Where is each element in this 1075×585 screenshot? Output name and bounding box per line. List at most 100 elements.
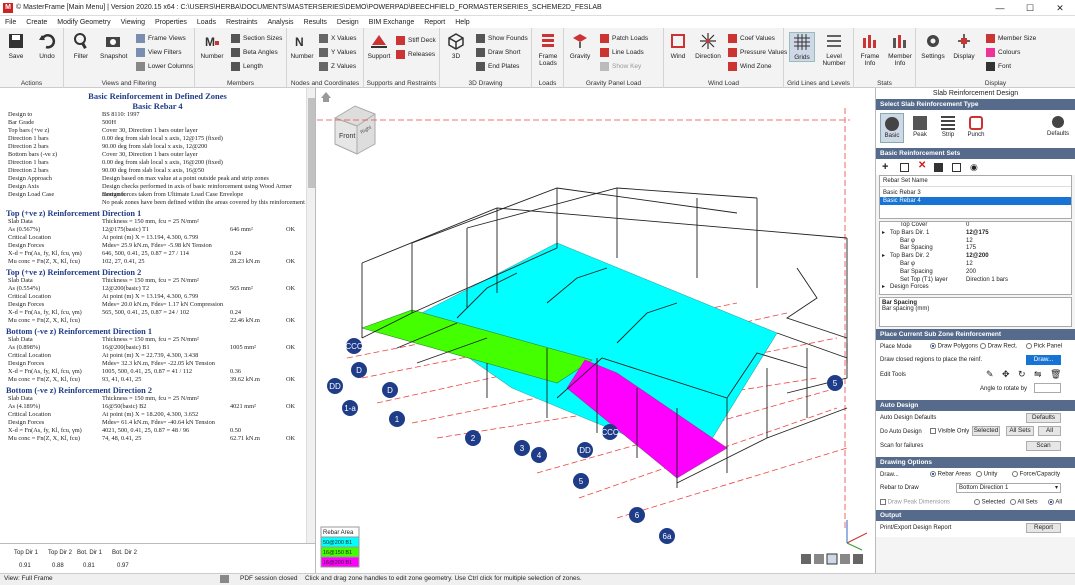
view-tool-3-icon[interactable] (826, 553, 838, 565)
pressure-values-button[interactable]: Pressure Values (728, 46, 787, 58)
pencil-icon[interactable]: ✎ (986, 369, 994, 380)
undo-button[interactable]: Undo (34, 32, 60, 60)
rebar-areas-radio[interactable]: Rebar Areas (930, 471, 971, 478)
level-number-button[interactable]: Level Number (821, 32, 847, 67)
node-5b[interactable]: 5 (827, 375, 843, 391)
type-peak-button[interactable]: Peak (908, 113, 932, 143)
visible-only-checkbox[interactable]: Visible Only (930, 428, 969, 435)
releases-button[interactable]: Releases (396, 48, 435, 60)
menu-viewing[interactable]: Viewing (116, 19, 150, 26)
frame-model-drawing[interactable]: Front Right DD 1-a 1 D D CCC 2 3 4 DD 5 … (317, 88, 874, 573)
type-strip-button[interactable]: Strip (936, 113, 960, 143)
tree-row[interactable]: ▸ Top Bars Dir. 1 12@175 (880, 230, 1071, 238)
z-values-button[interactable]: Z Values (319, 60, 356, 72)
section-sizes-button[interactable]: Section Sizes (231, 32, 282, 44)
copy-set-icon[interactable] (900, 163, 909, 172)
tree-row[interactable]: Bar φ 12 (880, 261, 1071, 269)
type-defaults-button[interactable]: Defaults (1044, 113, 1072, 143)
set-item-basic-rebar-4[interactable]: Basic Rebar 4 (880, 197, 1071, 205)
draw-button[interactable]: Draw... (1026, 355, 1061, 365)
member-number-button[interactable]: M Number (199, 32, 225, 60)
frame-views-button[interactable]: Frame Views (136, 32, 186, 44)
view-tool-2-icon[interactable] (814, 554, 824, 564)
tree-row[interactable]: Bar Spacing 200 (880, 269, 1071, 277)
report-scroll-thumb[interactable] (308, 98, 315, 188)
view-tool-5-icon[interactable] (853, 554, 863, 564)
member-size-button[interactable]: Member Size (986, 32, 1036, 44)
draw-short-button[interactable]: Draw Short (476, 46, 521, 58)
frame-loads-button[interactable]: Frame Loads (535, 32, 561, 67)
report-scrollbar[interactable] (306, 88, 315, 543)
tree-row[interactable]: Set Top (T1) layer Direction 1 bars (880, 277, 1071, 285)
node-1[interactable]: 1 (389, 411, 405, 427)
tree-row[interactable]: ▸ Top Bars Dir. 2 12@200 (880, 253, 1071, 261)
set-item-basic-rebar-3[interactable]: Basic Rebar 3 (880, 187, 1071, 197)
view-tool-1-icon[interactable] (801, 554, 811, 564)
tree-expander-icon[interactable]: ▸ (882, 230, 885, 238)
draw-rect-radio[interactable]: Draw Rect. (980, 343, 1017, 350)
y-values-button[interactable]: Y Values (319, 46, 356, 58)
show-key-button[interactable]: Show Key (600, 60, 641, 72)
tree-row[interactable]: Bar φ 12 (880, 238, 1071, 246)
direction-button[interactable]: Direction (695, 32, 721, 60)
wind-zone-button[interactable]: Wind Zone (728, 60, 771, 72)
frame-info-button[interactable]: Frame Info (857, 32, 883, 67)
type-punch-button[interactable]: Punch (964, 113, 988, 143)
snapshot-button[interactable]: Snapshot (100, 32, 127, 60)
auto-defaults-button[interactable]: Defaults (1026, 413, 1061, 423)
force-capacity-radio[interactable]: Force/Capacity (1012, 471, 1060, 478)
settings-button[interactable]: Settings (920, 32, 946, 60)
gravity-button[interactable]: Gravity (567, 32, 593, 60)
rebar-to-draw-select[interactable]: Bottom Direction 1 ▾ (956, 483, 1061, 493)
menu-file[interactable]: File (0, 19, 21, 26)
maximize-button[interactable]: ☐ (1015, 0, 1045, 16)
node-4[interactable]: 4 (531, 447, 547, 463)
node-1a[interactable]: 1-a (342, 400, 358, 416)
tree-row[interactable]: Bar Spacing 175 (880, 245, 1071, 253)
node-d2[interactable]: D (351, 362, 367, 378)
close-button[interactable]: ✕ (1045, 0, 1075, 16)
member-info-button[interactable]: Member Info (887, 32, 913, 67)
node-dd2[interactable]: DD (577, 442, 593, 458)
delete-set-icon[interactable]: ✕ (918, 160, 926, 171)
auto-selected-button[interactable]: Selected (972, 426, 1000, 436)
auto-all-button[interactable]: All (1038, 426, 1061, 436)
menu-properties[interactable]: Properties (150, 19, 192, 26)
mirror-icon[interactable]: ⇋ (1034, 369, 1042, 380)
check-set-icon[interactable] (934, 163, 943, 172)
minimize-button[interactable]: — (985, 0, 1015, 16)
draw-polygons-radio[interactable]: Draw Polygons (930, 343, 978, 350)
coef-values-button[interactable]: Coef Values (728, 32, 775, 44)
angle-input[interactable] (1034, 383, 1061, 393)
tree-row[interactable]: Top Cover 0 (880, 222, 1071, 230)
menu-report[interactable]: Report (419, 19, 450, 26)
draw-all-radio[interactable]: All (1048, 499, 1062, 506)
x-values-button[interactable]: X Values (319, 32, 357, 44)
node-ccc[interactable]: CCC (345, 338, 363, 354)
menu-design[interactable]: Design (332, 19, 364, 26)
pick-panel-radio[interactable]: Pick Panel (1026, 343, 1062, 350)
support-button[interactable]: Support (366, 32, 392, 60)
patch-loads-button[interactable]: Patch Loads (600, 32, 648, 44)
node-number-button[interactable]: N Number (289, 32, 315, 60)
node-6a[interactable]: 6a (659, 528, 675, 544)
type-basic-button[interactable]: Basic (880, 113, 904, 143)
font-button[interactable]: Font (986, 60, 1011, 72)
node-5[interactable]: 5 (573, 473, 589, 489)
report-button[interactable]: Report (1026, 523, 1061, 533)
node-dd[interactable]: DD (327, 378, 343, 394)
line-loads-button[interactable]: Line Loads (600, 46, 644, 58)
show-founds-button[interactable]: Show Founds (476, 32, 528, 44)
display-button[interactable]: Display (951, 32, 977, 60)
menu-help[interactable]: Help (450, 19, 474, 26)
length-button[interactable]: Length (231, 60, 263, 72)
grids-button[interactable]: Grids (789, 32, 815, 62)
colours-button[interactable]: Colours (986, 46, 1020, 58)
node-2[interactable]: 2 (465, 430, 481, 446)
end-plates-button[interactable]: End Plates (476, 60, 519, 72)
menu-create[interactable]: Create (21, 19, 52, 26)
eye-icon[interactable]: ◉ (970, 162, 978, 173)
lower-columns-button[interactable]: Lower Columns (136, 60, 193, 72)
home-icon[interactable] (321, 92, 331, 102)
save-button[interactable]: Save (3, 32, 29, 60)
